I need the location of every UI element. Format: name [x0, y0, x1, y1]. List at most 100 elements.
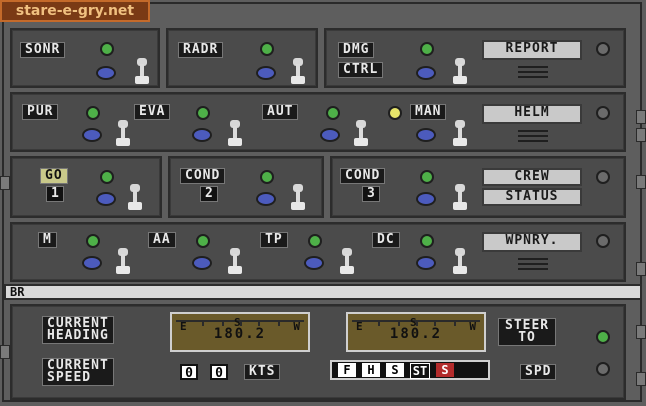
weaponry-grille — [518, 258, 548, 270]
damage-label: DMG — [338, 42, 375, 58]
aa-label: AA — [148, 232, 176, 248]
current-heading-line-2: HEADING — [47, 328, 109, 343]
condition-2-label: COND — [180, 168, 226, 184]
report-indicator-led — [596, 42, 610, 56]
pursue-blue-light — [82, 128, 102, 142]
steer-to-line-2: TO — [518, 330, 536, 345]
go-indicator-led — [100, 170, 114, 184]
m-toggle-switch[interactable] — [116, 248, 130, 274]
go-blue-light — [96, 192, 116, 206]
sonar-toggle-switch[interactable] — [135, 58, 149, 84]
status-button[interactable]: STATUS — [482, 188, 582, 206]
auto-label: AUT — [262, 104, 299, 120]
message-bar: BR — [4, 284, 642, 300]
steer-to-indicator-led — [596, 330, 610, 344]
side-nub — [636, 262, 646, 276]
current-heading-gauge: E W S 180.2 — [170, 312, 310, 352]
dc-blue-light — [416, 256, 436, 270]
current-heading-label: CURRENT HEADING — [42, 316, 114, 344]
crew-status-indicator-led — [596, 170, 610, 184]
weaponry-button[interactable]: WPNRY. — [482, 232, 582, 252]
speed-set-label: SPD — [520, 364, 557, 380]
side-nub — [636, 175, 646, 189]
m-blue-light — [82, 256, 102, 270]
pursue-indicator-led — [86, 106, 100, 120]
evade-label: EVA — [134, 104, 171, 120]
side-nub — [636, 110, 646, 124]
speed-digit-1: 0 — [180, 364, 198, 381]
throttle-half[interactable]: H — [362, 363, 380, 377]
weaponry-panel — [10, 222, 626, 282]
site-watermark: stare-e-gry.net — [0, 0, 150, 22]
auto-blue-light — [320, 128, 340, 142]
condition-3-indicator-led — [420, 170, 434, 184]
game-screen: SONR RADR DMG CTRL REPORT PUR EVA AUT MA… — [0, 0, 646, 406]
aa-toggle-switch[interactable] — [228, 248, 242, 274]
manual-indicator-led — [388, 106, 402, 120]
manual-blue-light — [416, 128, 436, 142]
evade-indicator-led — [196, 106, 210, 120]
auto-indicator-led — [326, 106, 340, 120]
aa-blue-light — [192, 256, 212, 270]
tp-label: TP — [260, 232, 288, 248]
pursue-toggle-switch[interactable] — [116, 120, 130, 146]
side-nub — [636, 325, 646, 339]
weaponry-indicator-led — [596, 234, 610, 248]
condition-2-number: 2 — [200, 186, 218, 202]
condition-3-label: COND — [340, 168, 386, 184]
report-grille — [518, 66, 548, 78]
aa-indicator-led — [196, 234, 210, 248]
go-toggle-switch[interactable] — [128, 184, 142, 210]
auto-toggle-switch[interactable] — [354, 120, 368, 146]
sonar-blue-light — [96, 66, 116, 80]
throttle-strip[interactable]: F H S ST S — [330, 360, 490, 380]
radar-indicator-led — [260, 42, 274, 56]
dc-toggle-switch[interactable] — [453, 248, 467, 274]
throttle-stop[interactable]: ST — [410, 363, 430, 379]
side-nub — [636, 128, 646, 142]
evade-toggle-switch[interactable] — [228, 120, 242, 146]
radar-blue-light — [256, 66, 276, 80]
gauge-2-value: 180.2 — [389, 326, 443, 342]
m-label: M — [38, 232, 57, 248]
current-speed-line-2: SPEED — [47, 370, 92, 385]
condition-2-toggle-switch[interactable] — [291, 184, 305, 210]
side-nub — [0, 345, 10, 359]
report-button[interactable]: REPORT — [482, 40, 582, 60]
helm-button[interactable]: HELM — [482, 104, 582, 124]
m-indicator-led — [86, 234, 100, 248]
condition-2-blue-light — [256, 192, 276, 206]
condition-2-indicator-led — [260, 170, 274, 184]
steer-to-label: STEER TO — [498, 318, 557, 346]
radar-toggle-switch[interactable] — [291, 58, 305, 84]
helm-grille — [518, 130, 548, 142]
throttle-slow[interactable]: S — [386, 363, 404, 377]
radar-label: RADR — [178, 42, 224, 58]
gauge-1-value: 180.2 — [213, 326, 267, 342]
dc-indicator-led — [420, 234, 434, 248]
manual-label: MAN — [410, 104, 447, 120]
sonar-indicator-led — [100, 42, 114, 56]
steer-to-gauge[interactable]: E W S 180.2 — [346, 312, 486, 352]
tp-toggle-switch[interactable] — [340, 248, 354, 274]
tp-blue-light — [304, 256, 324, 270]
control-label: CTRL — [338, 62, 384, 78]
sonar-label: SONR — [20, 42, 66, 58]
speed-digit-2: 0 — [210, 364, 228, 381]
side-nub — [636, 372, 646, 386]
damage-toggle-switch[interactable] — [453, 58, 467, 84]
tp-indicator-led — [308, 234, 322, 248]
evade-blue-light — [192, 128, 212, 142]
throttle-astern[interactable]: S — [436, 363, 454, 377]
damage-blue-light — [416, 66, 436, 80]
manual-toggle-switch[interactable] — [453, 120, 467, 146]
condition-3-number: 3 — [362, 186, 380, 202]
condition-3-blue-light — [416, 192, 436, 206]
go-label: GO — [40, 168, 68, 184]
side-nub — [0, 176, 10, 190]
throttle-full[interactable]: F — [338, 363, 356, 377]
current-speed-label: CURRENT SPEED — [42, 358, 114, 386]
crew-button[interactable]: CREW — [482, 168, 582, 186]
condition-3-toggle-switch[interactable] — [453, 184, 467, 210]
dc-label: DC — [372, 232, 400, 248]
